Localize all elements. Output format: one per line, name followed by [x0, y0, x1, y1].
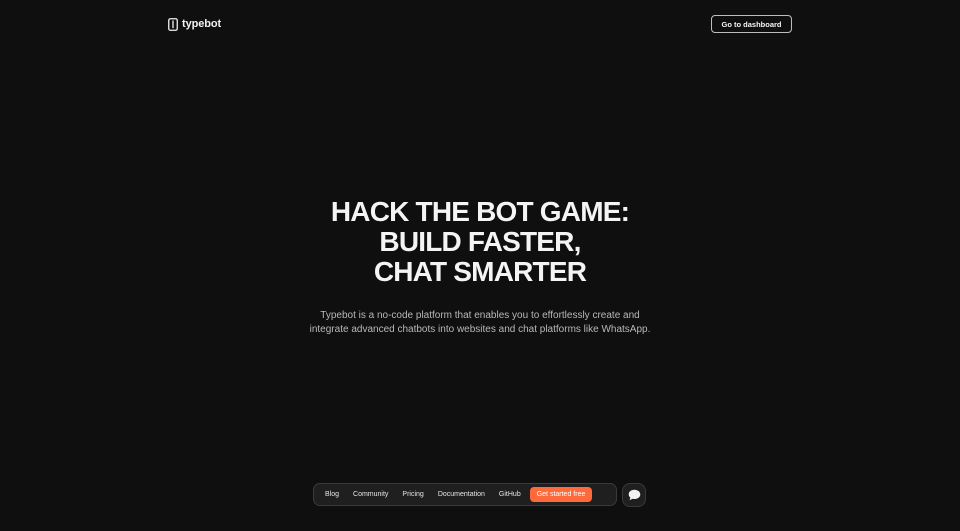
- hero-description: Typebot is a no-code platform that enabl…: [290, 309, 670, 337]
- nav-link-blog[interactable]: Blog: [318, 491, 346, 498]
- hero-description-line-1: Typebot is a no-code platform that enabl…: [320, 310, 640, 321]
- get-started-free-button[interactable]: Get started free: [529, 487, 593, 502]
- chat-bubble-icon: [628, 489, 640, 501]
- bottom-nav-bar: Blog Community Pricing Documentation Git…: [313, 483, 617, 506]
- typebot-logo-icon: [168, 17, 178, 31]
- nav-link-pricing[interactable]: Pricing: [395, 491, 430, 498]
- nav-link-documentation[interactable]: Documentation: [431, 491, 492, 498]
- nav-link-github[interactable]: GitHub: [492, 491, 528, 498]
- hero-title: HACK THE BOT GAME: BUILD FASTER, CHAT SM…: [0, 197, 960, 287]
- landing-page: typebot Go to dashboard HACK THE BOT GAM…: [0, 0, 960, 531]
- hero-title-line-2: BUILD FASTER,: [379, 226, 581, 257]
- hero-description-line-2: integrate advanced chatbots into website…: [309, 324, 651, 335]
- logo-link[interactable]: typebot: [168, 17, 221, 31]
- logo-text: typebot: [182, 18, 222, 30]
- chat-widget-button[interactable]: [622, 483, 646, 507]
- hero-section: HACK THE BOT GAME: BUILD FASTER, CHAT SM…: [0, 197, 960, 337]
- go-to-dashboard-button[interactable]: Go to dashboard: [711, 15, 792, 33]
- nav-link-community[interactable]: Community: [346, 491, 395, 498]
- hero-title-line-3: CHAT SMARTER: [373, 256, 587, 287]
- hero-title-line-1: HACK THE BOT GAME:: [330, 196, 630, 227]
